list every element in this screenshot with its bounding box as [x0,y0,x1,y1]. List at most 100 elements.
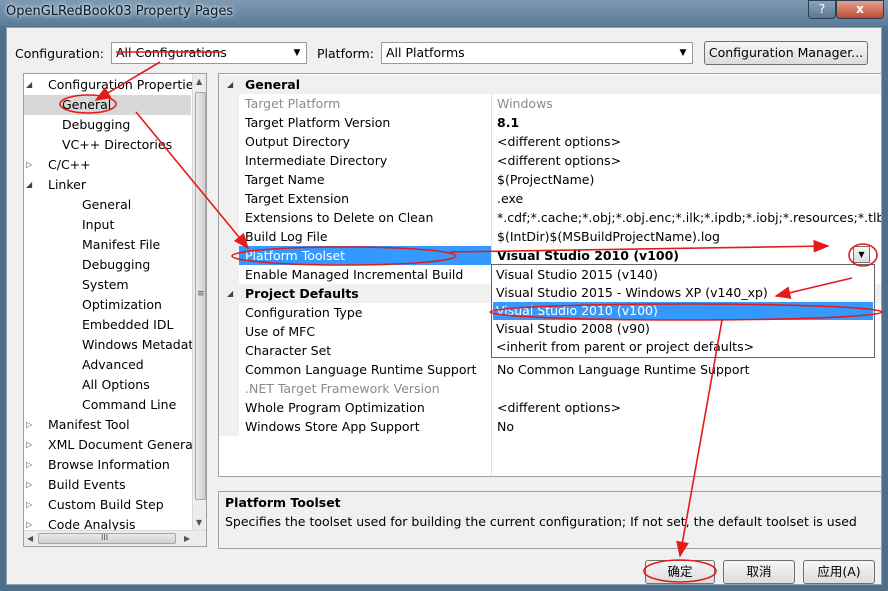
tree-horizontal-thumb[interactable]: III [38,533,176,544]
tree-item[interactable]: VC++ Directories [24,135,191,155]
configuration-manager-button[interactable]: Configuration Manager... [704,41,868,65]
toolset-option[interactable]: <inherit from parent or project defaults… [493,338,873,356]
expand-icon[interactable]: ▷ [26,455,36,475]
tree-item[interactable]: General [24,195,191,215]
row-gutter [219,322,239,341]
toolset-option[interactable]: Visual Studio 2015 - Windows XP (v140_xp… [493,284,873,302]
tree-item[interactable]: ◢ Configuration Properties [24,75,200,95]
grid-row[interactable]: Target Extension .exe [219,189,881,208]
tree-item[interactable]: All Options [24,375,191,395]
apply-button[interactable]: 应用(A) [803,560,875,584]
property-value[interactable]: Visual Studio 2010 (v100) [497,246,881,265]
tree-item[interactable]: Debugging [24,255,191,275]
collapse-icon[interactable]: ◢ [227,75,233,94]
tree-vertical-scrollbar[interactable]: ▲ ≡ ▼ [192,74,206,530]
tree-item[interactable]: ▷ Browse Information [24,455,191,475]
grid-row[interactable]: Target Platform Version 8.1 [219,113,881,132]
expand-icon[interactable]: ▷ [26,495,36,515]
property-value[interactable]: <different options> [497,132,881,151]
grip-icon: ≡ [197,289,205,299]
collapse-icon[interactable]: ◢ [227,284,233,303]
ok-button[interactable]: 确定 [645,560,715,584]
collapse-icon[interactable]: ◢ [26,175,36,195]
grid-row[interactable]: Build Log File $(IntDir)$(MSBuildProjectN… [219,227,881,246]
tree-item[interactable]: Optimization [24,295,191,315]
scroll-left-icon[interactable]: ◀ [27,534,33,543]
grid-category-row[interactable]: ◢ General [219,75,881,94]
grid-row[interactable]: Output Directory <different options> [219,132,881,151]
grid-row[interactable]: Common Language Runtime Support No Common… [219,360,881,379]
property-value[interactable]: *.cdf;*.cache;*.obj;*.obj.enc;*.ilk;*.ip… [497,208,881,227]
tree-item[interactable]: Embedded IDL [24,315,191,335]
tree-item-label: Input [82,217,115,232]
toolset-option[interactable]: Visual Studio 2010 (v100) [493,302,873,320]
tree-item[interactable]: Advanced [24,355,191,375]
row-gutter [219,227,239,246]
scroll-down-icon[interactable]: ▼ [196,518,202,527]
cancel-button[interactable]: 取消 [723,560,795,584]
property-name: Target Name [245,172,325,187]
tree-item[interactable]: Windows Metadata [24,335,201,355]
scroll-up-icon[interactable]: ▲ [196,77,202,86]
tree-item-label: Configuration Properties [48,77,200,92]
tree-item[interactable]: ▷ XML Document Generator [24,435,206,455]
expand-icon[interactable]: ▷ [26,415,36,435]
tree-horizontal-scrollbar[interactable]: ◀ III ▶ [24,530,206,546]
tree-item[interactable]: System [24,275,191,295]
row-gutter [219,189,239,208]
close-button[interactable]: x [836,0,884,19]
tree-item-label: C/C++ [48,157,91,172]
tree-item[interactable]: Manifest File [24,235,191,255]
property-tree[interactable]: ◢ Configuration Properties General Debuggin… [23,73,207,547]
property-value[interactable]: <different options> [497,151,881,170]
tree-item-label: XML Document Generator [48,437,207,452]
grid-row[interactable]: Windows Store App Support No [219,417,881,436]
tree-item-label: Windows Metadata [82,337,201,352]
property-value[interactable]: 8.1 [497,113,881,132]
property-value[interactable]: <different options> [497,398,881,417]
tree-item[interactable]: ▷ C/C++ [24,155,191,175]
property-value[interactable]: $(IntDir)$(MSBuildProjectName).log [497,227,881,246]
grid-row[interactable]: Extensions to Delete on Clean *.cdf;*.cac… [219,208,881,227]
property-value[interactable]: $(ProjectName) [497,170,881,189]
row-gutter [219,379,239,398]
grid-row[interactable]: Whole Program Optimization <different opt… [219,398,881,417]
tree-item[interactable]: Command Line [24,395,191,415]
help-button[interactable]: ? [808,0,836,19]
grid-row[interactable]: Intermediate Directory <different options… [219,151,881,170]
tree-item[interactable]: ▷ Build Events [24,475,191,495]
expand-icon[interactable]: ▷ [26,435,36,455]
property-name: Target Platform [245,96,341,111]
toolset-option[interactable]: Visual Studio 2008 (v90) [493,320,873,338]
toolset-dropdown-list[interactable]: Visual Studio 2015 (v140) Visual Studio 2… [491,264,875,358]
tree-vertical-thumb[interactable]: ≡ [195,92,206,500]
title-bar[interactable]: OpenGLRedBook03 Property Pages ? x [0,0,888,26]
configuration-select[interactable]: All Configurations ▼ [111,42,307,64]
tree-item[interactable]: ▷ Custom Build Step [24,495,191,515]
tree-item[interactable]: ◢ Linker [24,175,191,195]
grid-row[interactable]: .NET Target Framework Version [219,379,881,398]
grid-row[interactable]: Platform Toolset Visual Studio 2010 (v100… [219,246,881,265]
tree-item[interactable]: ▷ Manifest Tool [24,415,191,435]
property-name: Character Set [245,343,332,358]
expand-icon[interactable]: ▷ [26,155,36,175]
expand-icon[interactable]: ▷ [26,475,36,495]
toolset-dropdown-button[interactable]: ▼ [853,246,870,263]
property-name: Enable Managed Incremental Build [245,267,464,282]
platform-select[interactable]: All Platforms ▼ [381,42,693,64]
property-value[interactable]: .exe [497,189,881,208]
toolset-option[interactable]: Visual Studio 2015 (v140) [493,266,873,284]
collapse-icon[interactable]: ◢ [26,75,36,95]
grid-row[interactable]: Target Name $(ProjectName) [219,170,881,189]
row-gutter [219,246,239,265]
tree-item[interactable]: Input [24,215,191,235]
property-value[interactable]: Windows [497,94,881,113]
grid-row[interactable]: Target Platform Windows [219,94,881,113]
row-gutter [219,417,239,436]
property-value[interactable]: No Common Language Runtime Support [497,360,881,379]
tree-item[interactable]: General [24,95,191,115]
property-name: Project Defaults [245,286,359,301]
tree-item[interactable]: Debugging [24,115,191,135]
scroll-right-icon[interactable]: ▶ [184,534,190,543]
property-value[interactable]: No [497,417,881,436]
